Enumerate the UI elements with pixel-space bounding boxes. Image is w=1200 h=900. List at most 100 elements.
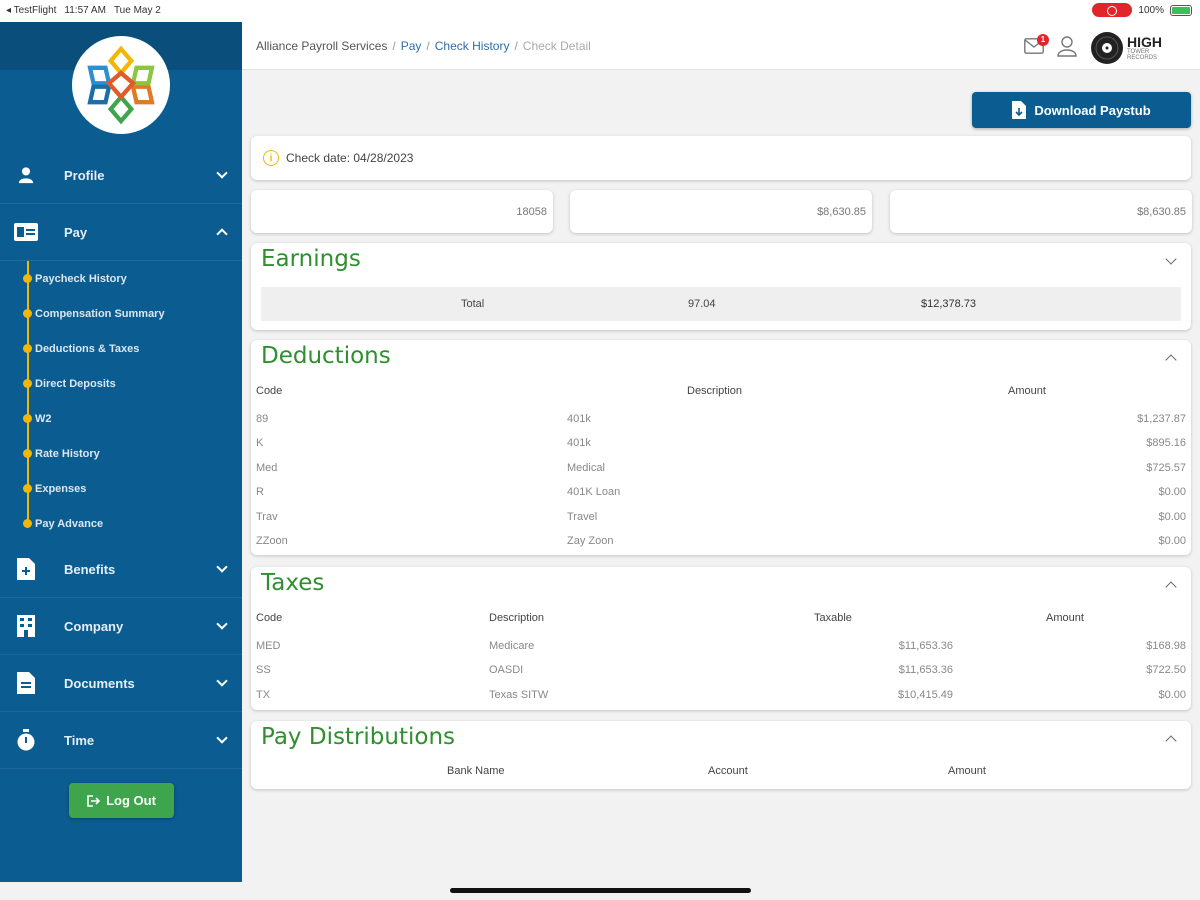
- stat-value: 18058: [516, 205, 547, 218]
- battery-percent: 100%: [1138, 4, 1164, 16]
- chevron-down-icon[interactable]: [1165, 253, 1177, 265]
- document-icon: [14, 672, 38, 694]
- status-time: 11:57 AM: [64, 5, 106, 16]
- download-paystub-button[interactable]: Download Paystub: [972, 92, 1191, 128]
- cell-amount: $0.00: [1158, 511, 1186, 523]
- cell-taxable: $10,415.49: [897, 689, 953, 701]
- chevron-up-icon[interactable]: [1165, 581, 1177, 593]
- table-row: TX Texas SITW $10,415.49 $0.00: [251, 684, 1191, 708]
- main-content: Download Paystub i Check date: 04/28/202…: [242, 70, 1200, 882]
- table-row: Trav Travel $0.00: [251, 506, 1191, 530]
- sidebar-item-benefits[interactable]: Benefits: [0, 541, 242, 598]
- chevron-down-icon[interactable]: [216, 732, 228, 744]
- home-indicator[interactable]: [450, 888, 751, 893]
- cell-code: MED: [256, 640, 281, 652]
- sidebar-item-label: Profile: [64, 167, 105, 183]
- cell-code: R: [256, 486, 264, 498]
- chevron-up-icon[interactable]: [216, 228, 228, 240]
- top-header: Alliance Payroll Services / Pay / Check …: [242, 22, 1200, 70]
- file-download-icon: [1012, 101, 1027, 119]
- cell-taxable: $11,653.36: [898, 640, 953, 652]
- pay-submenu: Paycheck History Compensation Summary De…: [0, 261, 242, 541]
- sidebar-item-pay[interactable]: Pay: [0, 204, 242, 261]
- stat-card-amount: $8,630.85: [890, 190, 1192, 233]
- chevron-up-icon[interactable]: [1165, 735, 1177, 747]
- brand-sub2: RECORDS: [1127, 55, 1158, 61]
- stat-card-check-number: 18058: [251, 190, 553, 233]
- sidebar-subitem-deductions-taxes[interactable]: Deductions & Taxes: [23, 331, 242, 366]
- logout-button[interactable]: Log Out: [69, 783, 174, 818]
- breadcrumb-root[interactable]: Alliance Payroll Services: [256, 39, 387, 53]
- cell-description: Travel: [567, 511, 598, 523]
- cell-code: SS: [256, 664, 271, 676]
- cell-amount: $168.98: [1146, 640, 1186, 652]
- breadcrumb-check-history[interactable]: Check History: [435, 39, 510, 53]
- cell-amount: $0.00: [1158, 486, 1186, 498]
- cell-code: Med: [256, 462, 278, 474]
- cell-description: Medicare: [489, 640, 535, 652]
- stat-value: $8,630.85: [817, 205, 866, 218]
- sidebar-subitem-rate-history[interactable]: Rate History: [23, 436, 242, 471]
- sidebar-nav: Profile Pay Paycheck History Compensatio…: [0, 147, 242, 769]
- sidebar-item-label: Pay: [64, 224, 88, 240]
- cell-code: ZZoon: [256, 535, 288, 547]
- company-logo[interactable]: [72, 36, 170, 134]
- cell-code: TX: [256, 689, 271, 701]
- deductions-section: Deductions Code Description Amount 89 40…: [251, 340, 1191, 555]
- building-icon: [14, 615, 38, 637]
- chevron-down-icon[interactable]: [216, 618, 228, 630]
- sidebar-item-documents[interactable]: Documents: [0, 655, 242, 712]
- user-profile-icon[interactable]: [1056, 35, 1078, 62]
- snowflake-logo-icon: [87, 45, 155, 125]
- chevron-down-icon[interactable]: [216, 675, 228, 687]
- document-plus-icon: [14, 558, 38, 580]
- sidebar-subitem-pay-advance[interactable]: Pay Advance: [23, 506, 242, 541]
- notifications-icon[interactable]: 1: [1024, 33, 1049, 59]
- chevron-down-icon[interactable]: [216, 167, 228, 179]
- sidebar-subitem-expenses[interactable]: Expenses: [23, 471, 242, 506]
- cell-amount: $0.00: [1158, 689, 1186, 701]
- col-header-description: Description: [687, 385, 743, 397]
- sidebar-subitem-paycheck-history[interactable]: Paycheck History: [23, 261, 242, 296]
- sidebar-subitem-direct-deposits[interactable]: Direct Deposits: [23, 366, 242, 401]
- cell-description: 401K Loan: [567, 486, 621, 498]
- table-row: ZZoon Zay Zoon $0.00: [251, 530, 1191, 554]
- cell-amount: $722.50: [1146, 664, 1186, 676]
- chevron-up-icon[interactable]: [1165, 354, 1177, 366]
- logout-label: Log Out: [106, 793, 156, 808]
- person-icon: [14, 164, 38, 186]
- notification-badge: 1: [1037, 33, 1049, 46]
- cell-amount: $725.57: [1146, 462, 1186, 474]
- battery-icon: [1170, 4, 1192, 16]
- col-header-amount: Amount: [1046, 612, 1084, 624]
- sidebar-subitem-compensation-summary[interactable]: Compensation Summary: [23, 296, 242, 331]
- cell-description: 401k: [567, 437, 591, 449]
- table-row: 89 401k $1,237.87: [251, 408, 1191, 432]
- sidebar-item-label: Company: [64, 618, 124, 634]
- pay-distributions-title: Pay Distributions: [261, 724, 456, 750]
- earnings-title: Earnings: [261, 246, 361, 272]
- sidebar-subitem-w2[interactable]: W2: [23, 401, 242, 436]
- breadcrumb-pay[interactable]: Pay: [401, 39, 422, 53]
- cell-description: 401k: [567, 413, 591, 425]
- screen-recording-icon[interactable]: [1092, 3, 1133, 17]
- stopwatch-icon: [14, 729, 38, 751]
- earnings-total-amount: $12,378.73: [921, 298, 977, 310]
- cell-taxable: $11,653.36: [898, 664, 953, 676]
- cell-description: OASDI: [489, 664, 524, 676]
- info-icon: i: [263, 150, 279, 166]
- earnings-total-row: Total 97.04 $12,378.73: [261, 287, 1181, 321]
- cell-amount: $0.00: [1158, 535, 1186, 547]
- sidebar-item-time[interactable]: Time: [0, 712, 242, 769]
- check-date-text: Check date: 04/28/2023: [286, 151, 414, 165]
- sidebar: Profile Pay Paycheck History Compensatio…: [0, 22, 242, 882]
- col-header-description: Description: [489, 612, 545, 624]
- chevron-down-icon[interactable]: [216, 561, 228, 573]
- table-row: SS OASDI $11,653.36 $722.50: [251, 659, 1191, 683]
- sidebar-item-company[interactable]: Company: [0, 598, 242, 655]
- col-header-taxable: Taxable: [814, 612, 852, 624]
- status-app[interactable]: ◂ TestFlight: [6, 5, 56, 16]
- sidebar-item-label: Documents: [64, 675, 135, 691]
- sidebar-item-profile[interactable]: Profile: [0, 147, 242, 204]
- cell-description: Zay Zoon: [567, 535, 614, 547]
